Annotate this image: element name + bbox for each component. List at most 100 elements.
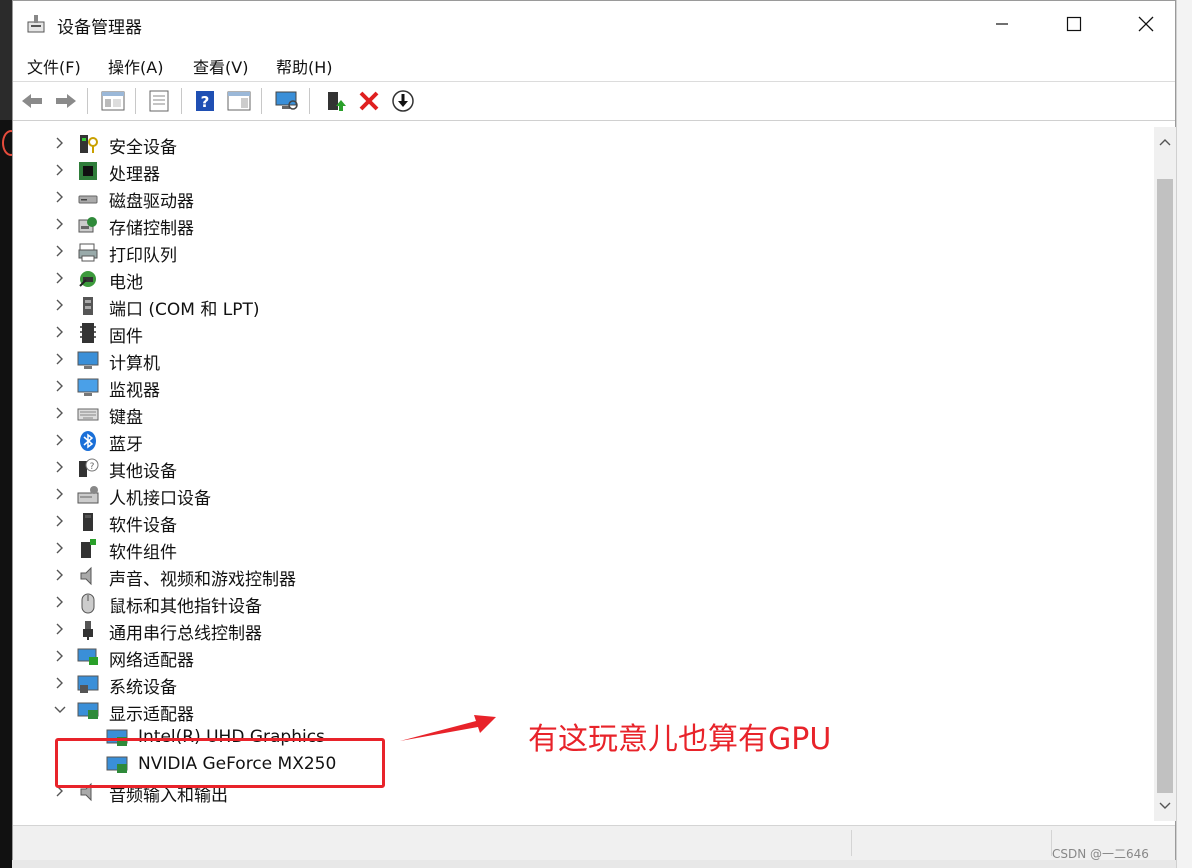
tree-category-row[interactable]: 蓝牙 — [13, 427, 1113, 455]
tree-category-row[interactable]: 监视器 — [13, 373, 1113, 401]
tree-category-row[interactable]: 软件组件 — [13, 535, 1113, 563]
software-device-icon — [83, 513, 93, 531]
display-adapter-icon — [77, 702, 99, 719]
print-queue-icon — [78, 243, 98, 262]
tree-category-row[interactable]: 人机接口设备 — [13, 481, 1113, 509]
tree-category-row[interactable]: 磁盘驱动器 — [13, 184, 1113, 212]
scroll-down-button[interactable] — [1154, 791, 1176, 821]
port-icon — [83, 297, 93, 315]
chevron-right-icon[interactable] — [53, 484, 67, 504]
chevron-right-icon[interactable] — [53, 214, 67, 234]
chevron-right-icon[interactable] — [53, 160, 67, 180]
properties-button[interactable] — [145, 87, 173, 115]
minimize-button[interactable] — [967, 1, 1037, 47]
toolbar-separator — [309, 88, 310, 114]
battery-icon — [79, 271, 96, 287]
tree-category-row[interactable]: 处理器 — [13, 157, 1113, 185]
menu-action[interactable]: 操作(A) — [108, 54, 163, 78]
menu-help[interactable]: 帮助(H) — [276, 54, 333, 78]
help-icon: ? — [196, 91, 214, 111]
tree-category-label: 人机接口设备 — [109, 489, 211, 509]
chevron-right-icon[interactable] — [53, 538, 67, 558]
tree-category-row[interactable]: 系统设备 — [13, 670, 1113, 698]
tree-category-label: 存储控制器 — [109, 219, 194, 239]
uninstall-device-icon — [359, 91, 379, 111]
toolbar: ? — [13, 82, 1175, 121]
uninstall-device-button[interactable] — [355, 87, 383, 115]
security-device-icon — [80, 135, 98, 153]
chevron-right-icon[interactable] — [53, 295, 67, 315]
tree-category-row[interactable]: 通用串行总线控制器 — [13, 616, 1113, 644]
chevron-right-icon[interactable] — [53, 673, 67, 693]
chevron-right-icon[interactable] — [53, 403, 67, 423]
chevron-right-icon[interactable] — [53, 619, 67, 639]
tree-category-row[interactable]: 安全设备 — [13, 130, 1113, 158]
svg-text:?: ? — [90, 462, 95, 472]
tree-category-row[interactable]: 存储控制器 — [13, 211, 1113, 239]
device-manager-app-icon — [27, 15, 45, 33]
tree-category-row[interactable]: 键盘 — [13, 400, 1113, 428]
chevron-right-icon[interactable] — [53, 268, 67, 288]
update-driver-button[interactable] — [321, 87, 349, 115]
tree-category-label: 键盘 — [109, 408, 143, 428]
annotation-arrow-icon — [400, 715, 496, 741]
chevron-right-icon[interactable] — [53, 133, 67, 153]
chevron-right-icon[interactable] — [53, 457, 67, 477]
tree-category-label: 处理器 — [109, 165, 160, 185]
menu-file[interactable]: 文件(F) — [27, 54, 81, 78]
show-hide-console-tree-icon — [101, 91, 125, 111]
tree-category-label: 固件 — [109, 327, 143, 347]
tree-category-row[interactable]: 打印队列 — [13, 238, 1113, 266]
background-right-window — [1176, 0, 1192, 868]
scroll-thumb[interactable] — [1157, 179, 1173, 793]
vertical-scrollbar[interactable] — [1154, 127, 1176, 821]
minimize-icon — [996, 23, 1008, 25]
title-bar[interactable]: 设备管理器 — [13, 1, 1175, 47]
tree-category-label: 系统设备 — [109, 678, 177, 698]
storage-controller-icon — [78, 217, 97, 233]
close-button[interactable] — [1111, 1, 1181, 47]
chevron-down-icon[interactable] — [53, 700, 67, 720]
chevron-right-icon[interactable] — [53, 511, 67, 531]
tree-category-row[interactable]: 声音、视频和游戏控制器 — [13, 562, 1113, 590]
help-button[interactable]: ? — [191, 87, 219, 115]
chevron-up-icon — [1159, 139, 1171, 146]
chevron-right-icon[interactable] — [53, 565, 67, 585]
tree-category-row[interactable]: 网络适配器 — [13, 643, 1113, 671]
tree-category-row[interactable]: 电池 — [13, 265, 1113, 293]
action-pane-button[interactable] — [225, 87, 253, 115]
annotation-highlight-box — [55, 738, 385, 788]
chevron-right-icon[interactable] — [53, 592, 67, 612]
tree-category-row[interactable]: 固件 — [13, 319, 1113, 347]
chevron-right-icon[interactable] — [53, 646, 67, 666]
maximize-button[interactable] — [1039, 1, 1109, 47]
back-arrow-icon — [22, 94, 42, 108]
disable-device-button[interactable] — [389, 87, 417, 115]
tree-category-row[interactable]: ? 其他设备 — [13, 454, 1113, 482]
toolbar-separator — [261, 88, 262, 114]
toolbar-separator — [135, 88, 136, 114]
chevron-right-icon[interactable] — [53, 430, 67, 450]
tree-category-row[interactable]: 软件设备 — [13, 508, 1113, 536]
tree-category-label: 蓝牙 — [109, 435, 143, 455]
back-button[interactable] — [18, 87, 46, 115]
tree-category-row[interactable]: 计算机 — [13, 346, 1113, 374]
scan-hardware-button[interactable] — [273, 87, 301, 115]
console-tree-button[interactable] — [99, 87, 127, 115]
scroll-up-button[interactable] — [1154, 127, 1176, 157]
properties-icon — [149, 90, 169, 112]
chevron-right-icon[interactable] — [53, 376, 67, 396]
tree-category-row[interactable]: 鼠标和其他指针设备 — [13, 589, 1113, 617]
tree-category-row[interactable]: 端口 (COM 和 LPT) — [13, 292, 1113, 320]
chevron-right-icon[interactable] — [53, 241, 67, 261]
window-title: 设备管理器 — [57, 18, 142, 38]
tree-category-label: 声音、视频和游戏控制器 — [109, 570, 296, 590]
hid-icon — [77, 486, 99, 504]
forward-button[interactable] — [52, 87, 80, 115]
chevron-right-icon[interactable] — [53, 187, 67, 207]
chevron-right-icon[interactable] — [53, 322, 67, 342]
menu-view[interactable]: 查看(V) — [193, 54, 248, 78]
chevron-right-icon[interactable] — [53, 349, 67, 369]
tree-category-label: 磁盘驱动器 — [109, 192, 194, 212]
status-bar — [13, 825, 1175, 860]
